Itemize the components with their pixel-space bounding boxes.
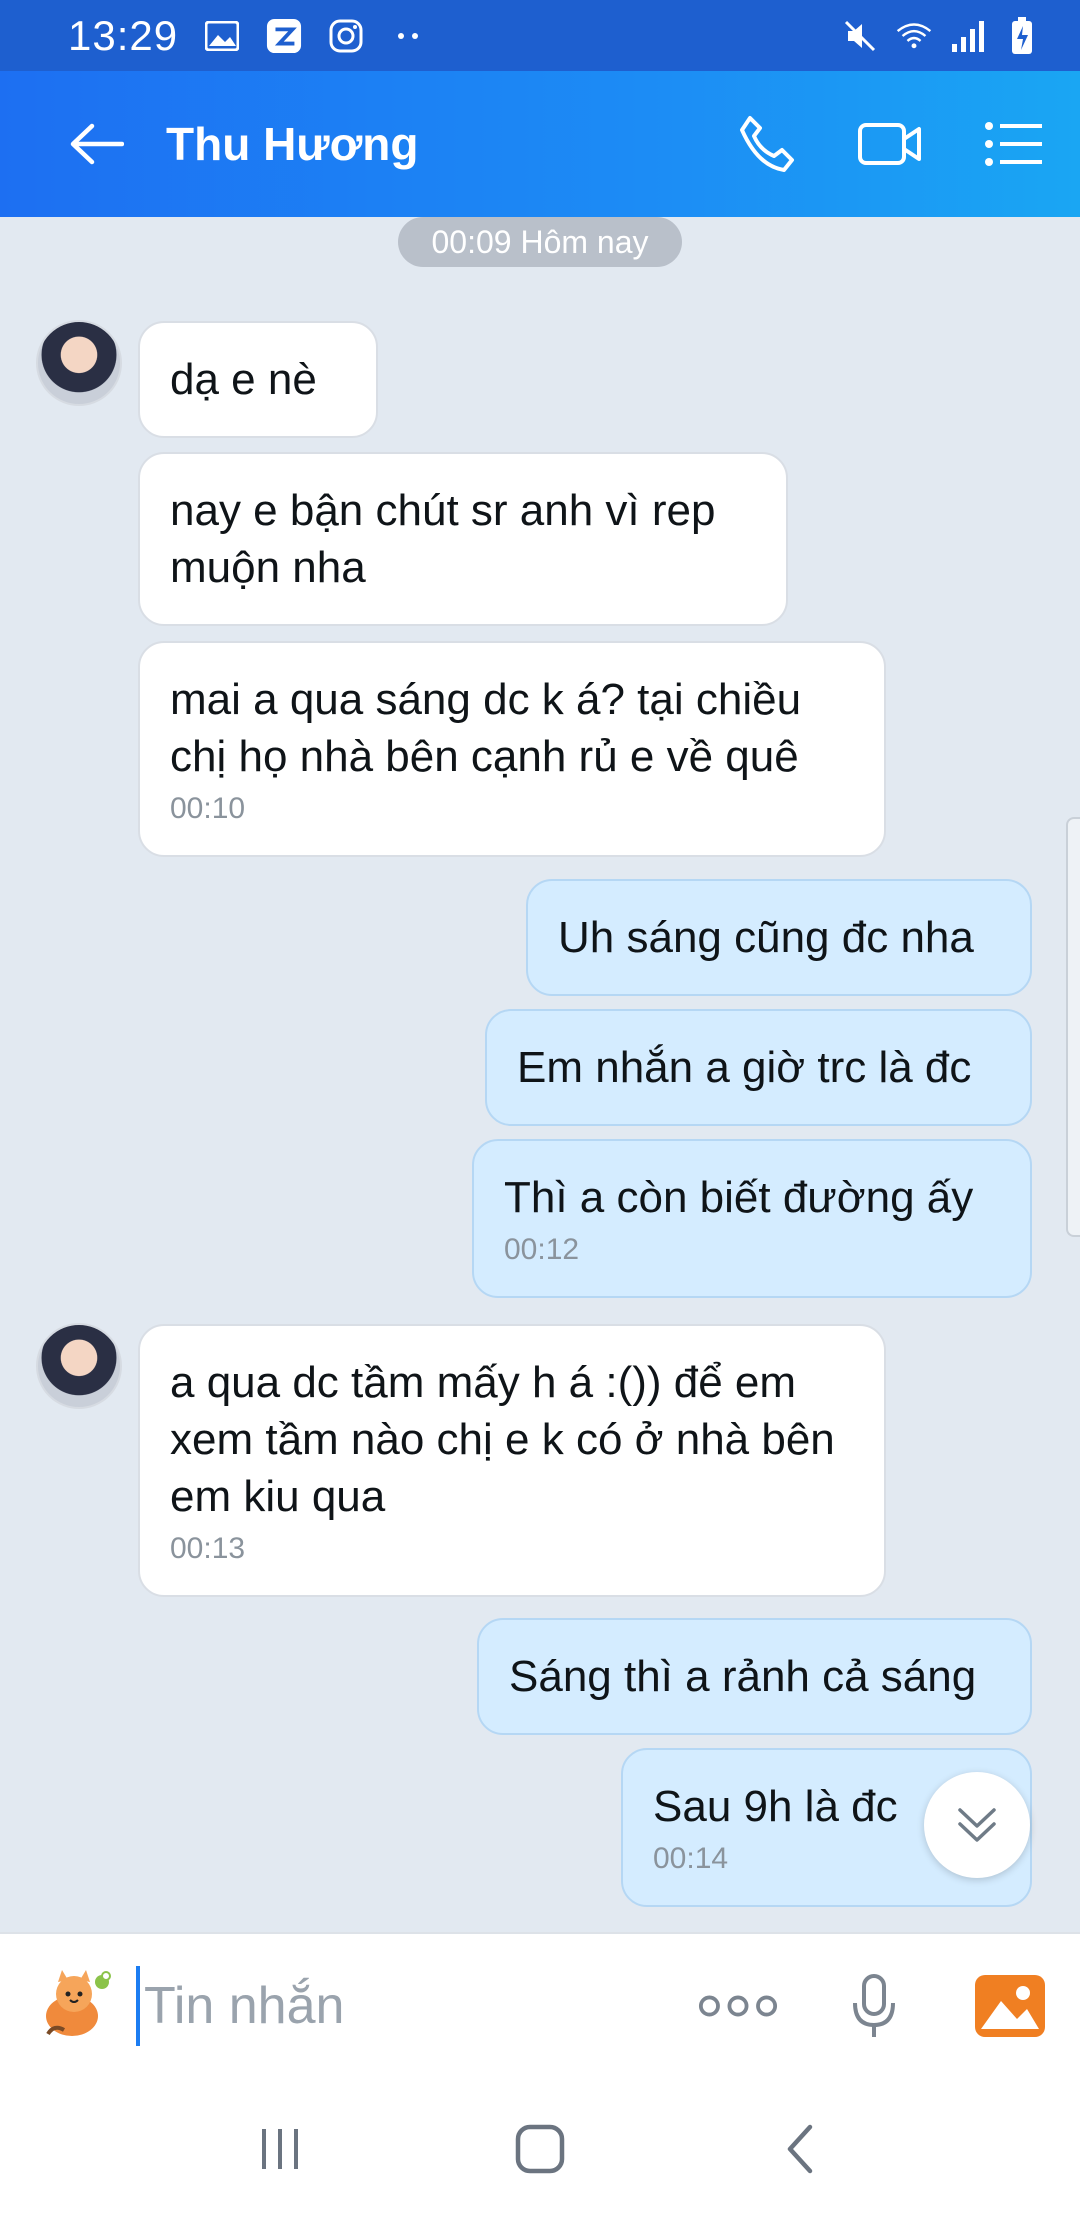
zalo-icon bbox=[266, 18, 302, 54]
sticker-button[interactable] bbox=[30, 1960, 122, 2052]
status-left-icons bbox=[204, 18, 426, 54]
back-button[interactable] bbox=[46, 94, 146, 194]
image-icon bbox=[204, 18, 240, 54]
send-photo-button[interactable] bbox=[970, 1966, 1050, 2046]
recent-apps-icon bbox=[262, 2129, 298, 2169]
message-bubble[interactable]: a qua dc tầm mấy h á :()) để em xem tầm … bbox=[138, 1324, 886, 1597]
video-call-button[interactable] bbox=[850, 104, 930, 184]
menu-list-icon bbox=[985, 122, 1042, 166]
message-text: mai a qua sáng dc k á? tại chiều chị họ … bbox=[170, 675, 802, 781]
phone-icon bbox=[740, 116, 794, 172]
chat-menu-button[interactable] bbox=[974, 104, 1054, 184]
chat-area[interactable]: 00:09 Hôm nay dạ e nè nay e bận chút sr … bbox=[0, 217, 1080, 1932]
status-time: 13:29 bbox=[68, 11, 179, 59]
header-actions bbox=[726, 104, 1054, 184]
message-input-bar bbox=[0, 1932, 1080, 2078]
input-actions bbox=[698, 1966, 1050, 2046]
battery-charging-icon bbox=[1004, 16, 1040, 54]
more-dots-icon bbox=[390, 18, 426, 54]
message-time: 00:10 bbox=[170, 792, 246, 825]
home-button[interactable] bbox=[495, 2104, 585, 2194]
contact-name[interactable]: Thu Hương bbox=[166, 117, 419, 171]
message-text: Thì a còn biết đường ấy bbox=[504, 1173, 974, 1222]
message-bubble[interactable]: Thì a còn biết đường ấy 00:12 bbox=[472, 1139, 1032, 1298]
message-bubble[interactable]: dạ e nè bbox=[138, 321, 378, 438]
system-nav-bar bbox=[0, 2078, 1080, 2220]
photo-icon bbox=[975, 1975, 1045, 2037]
message-bubble[interactable]: Sáng thì a rảnh cả sáng bbox=[477, 1618, 1032, 1735]
status-right-icons bbox=[842, 16, 1040, 54]
wifi-icon bbox=[896, 18, 932, 54]
avatar[interactable] bbox=[36, 1323, 122, 1409]
more-options-button[interactable] bbox=[698, 1966, 778, 2046]
mute-icon bbox=[842, 18, 878, 54]
voice-message-button[interactable] bbox=[834, 1966, 914, 2046]
message-time: 00:13 bbox=[170, 1532, 246, 1565]
more-icon bbox=[698, 1995, 778, 2017]
microphone-icon bbox=[853, 1974, 895, 2037]
message-bubble[interactable]: Em nhắn a giờ trc là đc bbox=[485, 1009, 1032, 1126]
system-back-button[interactable] bbox=[755, 2104, 845, 2194]
date-separator: 00:09 Hôm nay bbox=[398, 217, 682, 267]
sticker-icon bbox=[46, 1970, 111, 2036]
message-text: dạ e nè bbox=[170, 355, 317, 404]
video-icon bbox=[858, 123, 921, 165]
signal-icon bbox=[950, 18, 986, 54]
arrow-left-icon bbox=[70, 123, 124, 165]
scrollbar[interactable] bbox=[1066, 817, 1080, 1237]
message-text: Em nhắn a giờ trc là đc bbox=[517, 1043, 972, 1092]
status-bar: 13:29 bbox=[0, 0, 1080, 71]
back-icon bbox=[787, 2124, 813, 2174]
message-bubble[interactable]: nay e bận chút sr anh vì rep muộn nha bbox=[138, 452, 788, 626]
double-chevron-down-icon bbox=[958, 1808, 996, 1842]
instagram-icon bbox=[328, 18, 364, 54]
message-text: a qua dc tầm mấy h á :()) để em xem tầm … bbox=[170, 1358, 835, 1521]
message-text: nay e bận chút sr anh vì rep muộn nha bbox=[170, 486, 716, 592]
message-bubble[interactable]: Uh sáng cũng đc nha bbox=[526, 879, 1032, 996]
avatar[interactable] bbox=[36, 320, 122, 406]
message-text: Sáng thì a rảnh cả sáng bbox=[509, 1652, 977, 1701]
message-text: Uh sáng cũng đc nha bbox=[558, 913, 974, 962]
message-text: Sau 9h là đc bbox=[653, 1782, 898, 1831]
scroll-to-bottom-button[interactable] bbox=[924, 1772, 1030, 1878]
message-input[interactable] bbox=[136, 1966, 616, 2046]
chat-header: Thu Hương bbox=[0, 71, 1080, 217]
message-bubble[interactable]: mai a qua sáng dc k á? tại chiều chị họ … bbox=[138, 641, 886, 857]
message-time: 00:12 bbox=[504, 1233, 580, 1266]
voice-call-button[interactable] bbox=[726, 104, 806, 184]
home-icon bbox=[515, 2124, 565, 2174]
recent-apps-button[interactable] bbox=[235, 2104, 325, 2194]
